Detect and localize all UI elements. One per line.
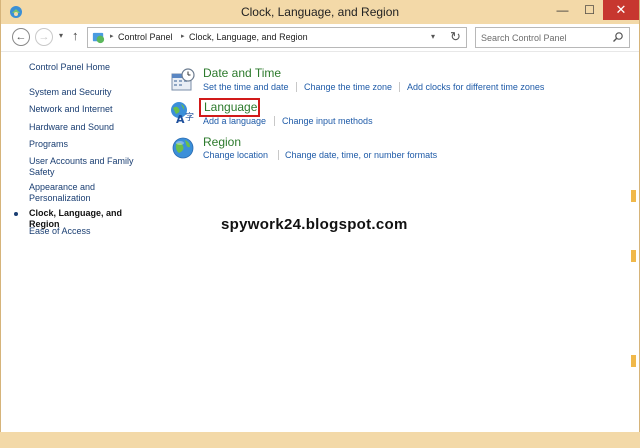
up-icon[interactable]: ↑ [72, 28, 79, 43]
window-title: Clock, Language, and Region [240, 5, 400, 19]
minimize-button[interactable]: — [549, 0, 576, 20]
region-globe-icon[interactable] [171, 136, 195, 160]
forward-icon[interactable]: → [35, 28, 53, 46]
link-divider [399, 82, 400, 92]
background-accent [631, 250, 636, 262]
breadcrumb-separator: ▸ [181, 33, 185, 40]
search-icon[interactable] [612, 31, 624, 43]
breadcrumb-clock-language-region[interactable]: Clock, Language, and Region [189, 32, 308, 42]
address-bar[interactable]: ▸ Control Panel ▸ Clock, Language, and R… [87, 27, 467, 48]
watermark-text: spywork24.blogspot.com [221, 216, 408, 233]
navigation-bar: ← → ▾ ↑ ▸ Control Panel ▸ Clock, Languag… [1, 24, 639, 52]
maximize-button[interactable]: ☐ [576, 0, 603, 20]
date-and-time-title[interactable]: Date and Time [203, 66, 281, 80]
title-bar: Clock, Language, and Region — ☐ ✕ [1, 0, 639, 24]
language-title[interactable]: Language [204, 100, 257, 114]
set-time-and-date-link[interactable]: Set the time and date [203, 82, 289, 92]
nav-item-programs[interactable]: Programs [29, 139, 154, 150]
nav-item-ease-of-access[interactable]: Ease of Access [29, 226, 154, 237]
nav-item-hardware-and-sound[interactable]: Hardware and Sound [29, 122, 154, 133]
link-divider [274, 116, 275, 126]
back-icon[interactable]: ← [12, 28, 30, 46]
region-title[interactable]: Region [203, 135, 241, 149]
svg-text:字: 字 [185, 111, 194, 123]
breadcrumb-control-panel[interactable]: Control Panel [118, 32, 173, 42]
background-accent [631, 355, 636, 367]
recent-locations-dropdown[interactable]: ▾ [59, 31, 63, 40]
background-accent [631, 190, 636, 202]
desktop-background-strip [0, 432, 640, 448]
address-dropdown-icon[interactable]: ▾ [431, 32, 435, 41]
change-input-methods-link[interactable]: Change input methods [282, 116, 373, 126]
breadcrumb-separator: ▸ [110, 33, 114, 40]
control-panel-icon [92, 32, 105, 44]
calendar-clock-icon[interactable] [171, 68, 195, 92]
nav-item-appearance[interactable]: Appearance and Personalization [29, 182, 109, 204]
close-button[interactable]: ✕ [603, 0, 639, 20]
control-panel-window: Clock, Language, and Region — ☐ ✕ ← → ▾ … [0, 0, 640, 448]
nav-item-control-panel-home[interactable]: Control Panel Home [29, 62, 154, 73]
search-input[interactable] [481, 31, 609, 45]
nav-item-system-and-security[interactable]: System and Security [29, 87, 154, 98]
nav-item-user-accounts[interactable]: User Accounts and Family Safety [29, 156, 139, 178]
change-time-zone-link[interactable]: Change the time zone [304, 82, 392, 92]
add-clocks-link[interactable]: Add clocks for different time zones [407, 82, 544, 92]
nav-item-network-and-internet[interactable]: Network and Internet [29, 104, 154, 115]
active-indicator [14, 212, 18, 216]
refresh-icon[interactable]: ↻ [450, 29, 461, 45]
add-a-language-link[interactable]: Add a language [203, 116, 266, 126]
change-location-link[interactable]: Change location [203, 150, 268, 160]
link-divider [296, 82, 297, 92]
svg-text:A: A [176, 113, 185, 125]
link-divider [278, 150, 279, 160]
change-formats-link[interactable]: Change date, time, or number formats [285, 150, 437, 160]
language-globe-icon[interactable]: A 字 [170, 101, 194, 125]
search-box[interactable] [475, 27, 630, 48]
